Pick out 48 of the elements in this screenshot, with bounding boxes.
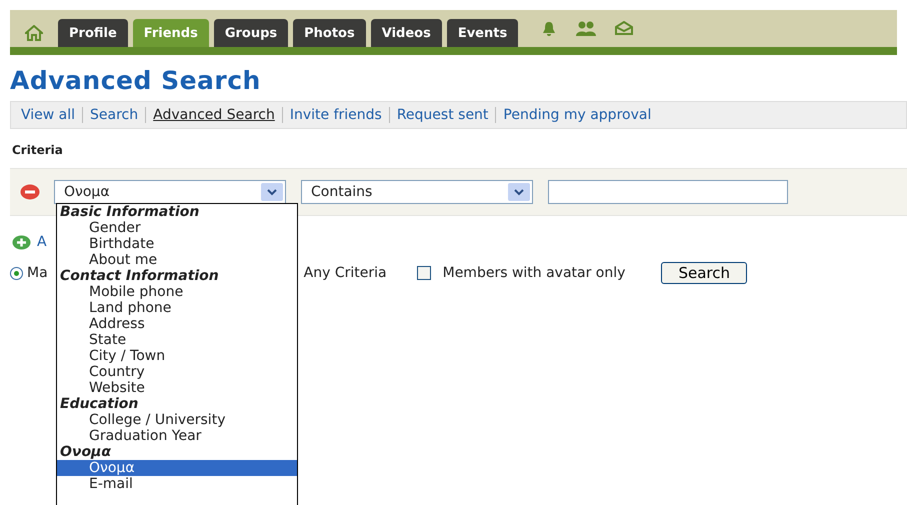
nav-tab[interactable]: Profile	[58, 19, 128, 47]
dropdown-option[interactable]: Ονομα	[57, 460, 297, 476]
nav-tab[interactable]: Events	[446, 19, 518, 47]
dropdown-option[interactable]: Gender	[57, 220, 297, 236]
sub-nav-link[interactable]: Invite friends	[282, 107, 389, 123]
people-icon[interactable]	[575, 20, 598, 36]
checkbox[interactable]	[416, 266, 431, 280]
dropdown-option[interactable]: E-mail	[57, 476, 297, 492]
radio-label: Ma	[27, 265, 48, 281]
dropdown-option[interactable]: Website	[57, 380, 297, 396]
checkbox-label: Members with avatar only	[442, 265, 626, 281]
bell-icon[interactable]	[541, 20, 558, 36]
dropdown-option[interactable]: Mobile phone	[57, 284, 297, 300]
dropdown-option[interactable]: City / Town	[57, 348, 297, 364]
criteria-label: Criteria	[12, 143, 64, 157]
dropdown-option[interactable]: College / University	[57, 412, 297, 428]
envelope-icon[interactable]	[615, 20, 634, 34]
search-button[interactable]: Search	[661, 262, 747, 284]
sub-nav-link[interactable]: Search	[82, 107, 146, 123]
sub-nav-link[interactable]: Request sent	[388, 107, 496, 123]
value-input-field[interactable]	[548, 180, 788, 204]
sub-nav-link[interactable]: Advanced Search	[145, 107, 282, 123]
dropdown-option[interactable]: State	[57, 332, 297, 348]
nav-tab[interactable]: Videos	[370, 19, 442, 47]
sub-nav-link[interactable]: Pending my approval	[495, 107, 658, 123]
caret-icon[interactable]	[261, 183, 283, 201]
add-criteria-link[interactable]: A	[37, 234, 47, 250]
caret-icon[interactable]	[508, 183, 530, 201]
dropdown-option[interactable]: Address	[57, 316, 297, 332]
sub-nav-link[interactable]: View all	[21, 107, 82, 123]
dropdown-option[interactable]: About me	[57, 252, 297, 268]
radio-label: Any Criteria	[304, 265, 387, 281]
dropdown-option[interactable]: Land phone	[57, 300, 297, 316]
remove-icon[interactable]	[20, 184, 40, 200]
page-title: Advanced Search	[10, 65, 262, 97]
nav-tab[interactable]: Groups	[214, 19, 288, 47]
field-dropdown[interactable]: Ονομα	[54, 180, 286, 204]
nav-tab[interactable]: Photos	[293, 19, 366, 47]
option-group-label: Contact Information	[59, 268, 220, 284]
radio-button[interactable]	[10, 266, 23, 280]
option-group-label: Ονομα	[59, 444, 112, 460]
condition-dropdown[interactable]: Contains	[301, 180, 533, 204]
add-icon[interactable]	[12, 234, 31, 250]
dropdown-option[interactable]: Graduation Year	[57, 428, 297, 444]
option-group-label: Education	[59, 396, 140, 412]
dropdown-option[interactable]: Birthdate	[57, 236, 297, 252]
option-group-label: Basic Information	[59, 204, 200, 220]
dropdown-option[interactable]: Country	[57, 364, 297, 380]
